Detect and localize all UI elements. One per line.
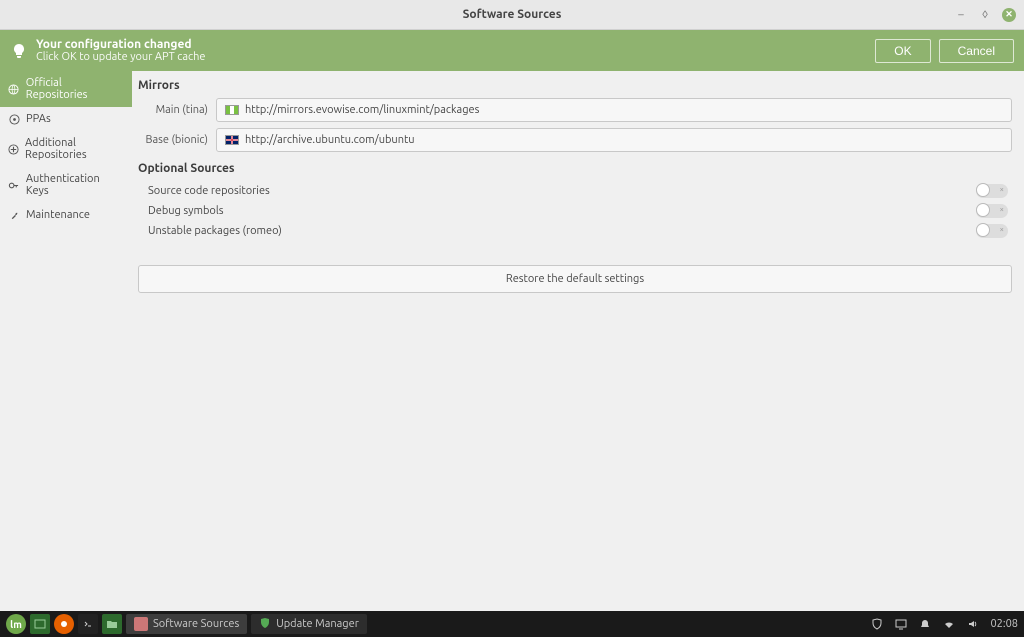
ok-button[interactable]: OK <box>875 39 930 63</box>
option-label: Debug symbols <box>148 205 224 217</box>
cancel-button[interactable]: Cancel <box>939 39 1014 63</box>
mirror-main-selector[interactable]: http://mirrors.evowise.com/linuxmint/pac… <box>216 98 1012 122</box>
taskbar-app-label: Software Sources <box>153 618 239 630</box>
notification-title: Your configuration changed <box>36 38 875 51</box>
close-button[interactable]: ✕ <box>1002 8 1016 22</box>
terminal-icon[interactable] <box>78 614 98 634</box>
taskbar-left: lm Software Sources Update Manager <box>6 614 367 634</box>
mirror-row-main: Main (tina) http://mirrors.evowise.com/l… <box>138 98 1012 122</box>
files-icon[interactable] <box>102 614 122 634</box>
option-debug-symbols: Debug symbols × <box>138 201 1012 221</box>
toggle-debug-symbols[interactable]: × <box>976 204 1008 218</box>
toggle-unstable-packages[interactable]: × <box>976 224 1008 238</box>
sidebar-item-additional-repositories[interactable]: Additional Repositories <box>0 131 132 167</box>
key-icon <box>8 179 20 191</box>
mirror-main-url: http://mirrors.evowise.com/linuxmint/pac… <box>245 104 479 116</box>
notification-subtitle: Click OK to update your APT cache <box>36 51 875 63</box>
titlebar: Software Sources – ◊ ✕ <box>0 0 1024 30</box>
tray-network-icon[interactable] <box>942 617 956 631</box>
taskbar-app-label: Update Manager <box>276 618 359 630</box>
notification-bar: Your configuration changed Click OK to u… <box>0 30 1024 71</box>
option-source-code: Source code repositories × <box>138 181 1012 201</box>
taskbar: lm Software Sources Update Manager <box>0 611 1024 637</box>
show-desktop-icon[interactable] <box>30 614 50 634</box>
taskbar-right: 02:08 <box>870 617 1018 631</box>
app-icon <box>134 617 148 631</box>
option-unstable-packages: Unstable packages (romeo) × <box>138 221 1012 241</box>
option-label: Unstable packages (romeo) <box>148 225 282 237</box>
lightbulb-icon <box>10 42 28 60</box>
sidebar-item-label: Official Repositories <box>26 77 124 101</box>
option-label: Source code repositories <box>148 185 270 197</box>
toggle-source-code[interactable]: × <box>976 184 1008 198</box>
tray-volume-icon[interactable] <box>966 617 980 631</box>
window-title: Software Sources <box>463 8 562 21</box>
mirror-base-selector[interactable]: http://archive.ubuntu.com/ubuntu <box>216 128 1012 152</box>
mirror-base-url: http://archive.ubuntu.com/ubuntu <box>245 134 415 146</box>
content-pane: Mirrors Main (tina) http://mirrors.evowi… <box>132 71 1024 611</box>
mirror-main-label: Main (tina) <box>138 104 208 116</box>
ppa-icon <box>8 113 20 125</box>
maximize-button[interactable]: ◊ <box>978 8 992 22</box>
sidebar-item-official-repositories[interactable]: Official Repositories <box>0 71 132 107</box>
tray-shield-icon[interactable] <box>870 617 884 631</box>
mirror-base-label: Base (bionic) <box>138 134 208 146</box>
firefox-icon[interactable] <box>54 614 74 634</box>
sidebar-item-label: PPAs <box>26 113 51 125</box>
sidebar-item-authentication-keys[interactable]: Authentication Keys <box>0 167 132 203</box>
tray-notification-icon[interactable] <box>918 617 932 631</box>
restore-defaults-button[interactable]: Restore the default settings <box>138 265 1012 293</box>
optional-sources-heading: Optional Sources <box>138 162 1012 175</box>
plus-icon <box>8 143 19 155</box>
flag-icon <box>225 105 239 115</box>
window-controls: – ◊ ✕ <box>954 8 1016 22</box>
taskbar-clock[interactable]: 02:08 <box>990 618 1018 630</box>
minimize-button[interactable]: – <box>954 8 968 22</box>
sidebar-item-label: Maintenance <box>26 209 90 221</box>
taskbar-app-update-manager[interactable]: Update Manager <box>251 614 367 634</box>
notification-message: Your configuration changed Click OK to u… <box>36 38 875 63</box>
wrench-icon <box>8 209 20 221</box>
taskbar-app-software-sources[interactable]: Software Sources <box>126 614 247 634</box>
globe-icon <box>8 83 20 95</box>
mirrors-heading: Mirrors <box>138 79 1012 92</box>
sidebar-item-maintenance[interactable]: Maintenance <box>0 203 132 227</box>
sidebar-item-label: Authentication Keys <box>26 173 124 197</box>
flag-icon <box>225 135 239 145</box>
sidebar-item-ppas[interactable]: PPAs <box>0 107 132 131</box>
notification-buttons: OK Cancel <box>875 39 1014 63</box>
sidebar-item-label: Additional Repositories <box>25 137 124 161</box>
sidebar: Official Repositories PPAs Additional Re… <box>0 71 132 611</box>
mirror-row-base: Base (bionic) http://archive.ubuntu.com/… <box>138 128 1012 152</box>
start-menu-icon[interactable]: lm <box>6 614 26 634</box>
tray-display-icon[interactable] <box>894 617 908 631</box>
shield-icon <box>259 617 271 632</box>
main-area: Official Repositories PPAs Additional Re… <box>0 71 1024 611</box>
